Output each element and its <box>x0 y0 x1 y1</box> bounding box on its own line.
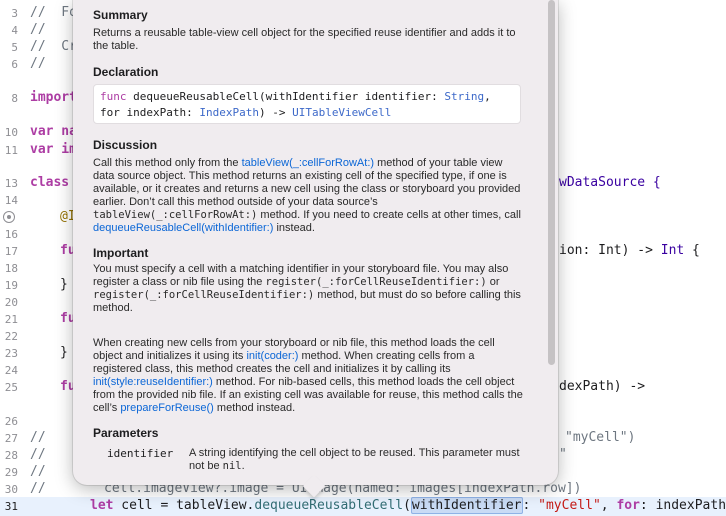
code-line-17-params: ion: Int) -> <box>559 243 661 258</box>
line-number-27: 27 <box>4 432 18 445</box>
code-line-19: } <box>60 277 68 292</box>
call-rest: : indexPath) <box>639 498 726 513</box>
code-line-8: import <box>30 90 77 105</box>
init-style-link[interactable]: init(style:reuseIdentifier:) <box>93 376 213 388</box>
code-line-28-right: " <box>559 447 567 462</box>
creation-paragraph: When creating new cells from your storyb… <box>93 337 525 415</box>
decl-type-string[interactable]: String <box>444 90 484 103</box>
line-number-19: 19 <box>4 279 18 292</box>
summary-text: Returns a reusable table-view cell objec… <box>93 27 516 52</box>
line-number-6: 6 <box>11 58 18 71</box>
line-number-22: 22 <box>4 330 18 343</box>
discussion-t3: method. If you need to create cells at o… <box>257 209 521 221</box>
line-number-21: 21 <box>4 313 18 326</box>
open-paren: ( <box>403 498 411 513</box>
decl-type-indexpath[interactable]: IndexPath <box>199 106 259 119</box>
code-line-11: var im <box>30 142 77 157</box>
line-number-8: 8 <box>11 92 18 105</box>
parameter-description: A string identifying the cell object to … <box>189 447 525 473</box>
line-number-16: 16 <box>4 228 18 241</box>
quick-help-popover[interactable]: Summary Returns a reusable table-view ce… <box>73 0 558 485</box>
important-code1: register(_:forCellReuseIdentifier:) <box>265 276 487 288</box>
parameters-heading: Parameters <box>93 426 159 440</box>
line-number-5: 5 <box>11 41 18 54</box>
code-line-25-right: dexPath) -> <box>559 379 646 394</box>
code-line-13: class <box>30 175 70 190</box>
outlet-connection-icon[interactable] <box>3 211 15 223</box>
important-text: You must specify a cell with a matching … <box>93 263 525 315</box>
decl-func-keyword: func <box>100 90 127 103</box>
decl-signature: dequeueReusableCell(withIdentifier ident… <box>126 90 445 103</box>
line-number-14: 14 <box>4 194 18 207</box>
colon: : <box>522 498 539 513</box>
line-number-13: 13 <box>4 177 18 190</box>
parameter-name: identifier <box>107 447 174 460</box>
code-line-28: // <box>30 447 46 462</box>
tableview-cellforrowat-link[interactable]: tableView(_:cellForRowAt:) <box>242 157 374 169</box>
code-line-30: // <box>30 481 46 496</box>
important-heading: Important <box>93 246 149 260</box>
line-number-26: 26 <box>4 415 18 428</box>
line-number-23: 23 <box>4 347 18 360</box>
method-call[interactable]: dequeueReusableCell <box>254 498 403 513</box>
line-number-18: 18 <box>4 262 18 275</box>
discussion-heading: Discussion <box>93 138 158 152</box>
dequeue-withidentifier-link[interactable]: dequeueReusableCell(withIdentifier:) <box>93 222 273 234</box>
prepare-for-reuse-link[interactable]: prepareForReuse() <box>120 402 214 414</box>
code-line-5: // Cr <box>30 39 77 54</box>
popover-scrollbar[interactable] <box>548 0 555 365</box>
string-literal: "myCell" <box>538 498 601 513</box>
summary-heading: Summary <box>93 8 148 22</box>
important-code2: register(_:forCellReuseIdentifier:) <box>93 289 315 301</box>
creation-t4: method instead. <box>213 402 296 414</box>
code-line-23: } <box>60 345 68 360</box>
code-line-4: // <box>30 22 46 37</box>
declaration-box: func dequeueReusableCell(withIdentifier … <box>93 84 521 124</box>
decl-line2: for indexPath: <box>100 106 200 119</box>
code-line-6: // <box>30 56 46 71</box>
line-number-3: 3 <box>11 7 18 20</box>
code-line-10: var na <box>30 124 77 139</box>
line-number-28: 28 <box>4 449 18 462</box>
line-number-30: 30 <box>4 483 18 496</box>
code-line-3: // Fo <box>30 5 77 20</box>
code-line-29: // <box>30 464 46 479</box>
code-line-17-return-type: Int <box>660 243 685 258</box>
code-line-17-right: ion: Int) -> Int { <box>559 243 700 258</box>
code-line-17-brace: { <box>684 243 700 258</box>
line-number-4: 4 <box>11 24 18 37</box>
discussion-t1: Call this method only from the <box>93 157 242 169</box>
decl-type-uitableviewcell[interactable]: UITableViewCell <box>292 106 391 119</box>
discussion-code: tableView(_:cellForRowAt:) <box>93 209 258 221</box>
code-line-27: // <box>30 430 46 445</box>
code-line-27-right: "myCell") <box>565 430 636 445</box>
code-line-13-right: wDataSource { <box>559 175 661 190</box>
code-line-31[interactable]: let cell = tableView.dequeueReusableCell… <box>90 497 726 514</box>
line-number-20: 20 <box>4 296 18 309</box>
line-number-17: 17 <box>4 245 18 258</box>
decl-arrow: ) -> <box>258 106 293 119</box>
line-number-10: 10 <box>4 126 18 139</box>
line-number-25: 25 <box>4 381 18 394</box>
cell-assignment: cell = tableView. <box>113 498 255 513</box>
important-t2: or <box>486 276 500 288</box>
param-desc-code: nil <box>222 460 242 472</box>
line-number-11: 11 <box>4 144 18 157</box>
decl-comma: , <box>484 90 491 103</box>
let-keyword: let <box>90 498 114 513</box>
declaration-heading: Declaration <box>93 65 159 79</box>
line-number-31: 31 <box>4 500 18 513</box>
line-number-24: 24 <box>4 364 18 377</box>
comma: , <box>600 498 617 513</box>
param-desc-b: . <box>241 460 245 472</box>
line-number-29: 29 <box>4 466 18 479</box>
discussion-text: Call this method only from the tableView… <box>93 157 525 235</box>
discussion-t4: instead. <box>273 222 315 234</box>
for-label: for <box>616 498 640 513</box>
selected-argument-label[interactable]: withIdentifier <box>410 497 523 514</box>
init-coder-link[interactable]: init(coder:) <box>246 350 298 362</box>
